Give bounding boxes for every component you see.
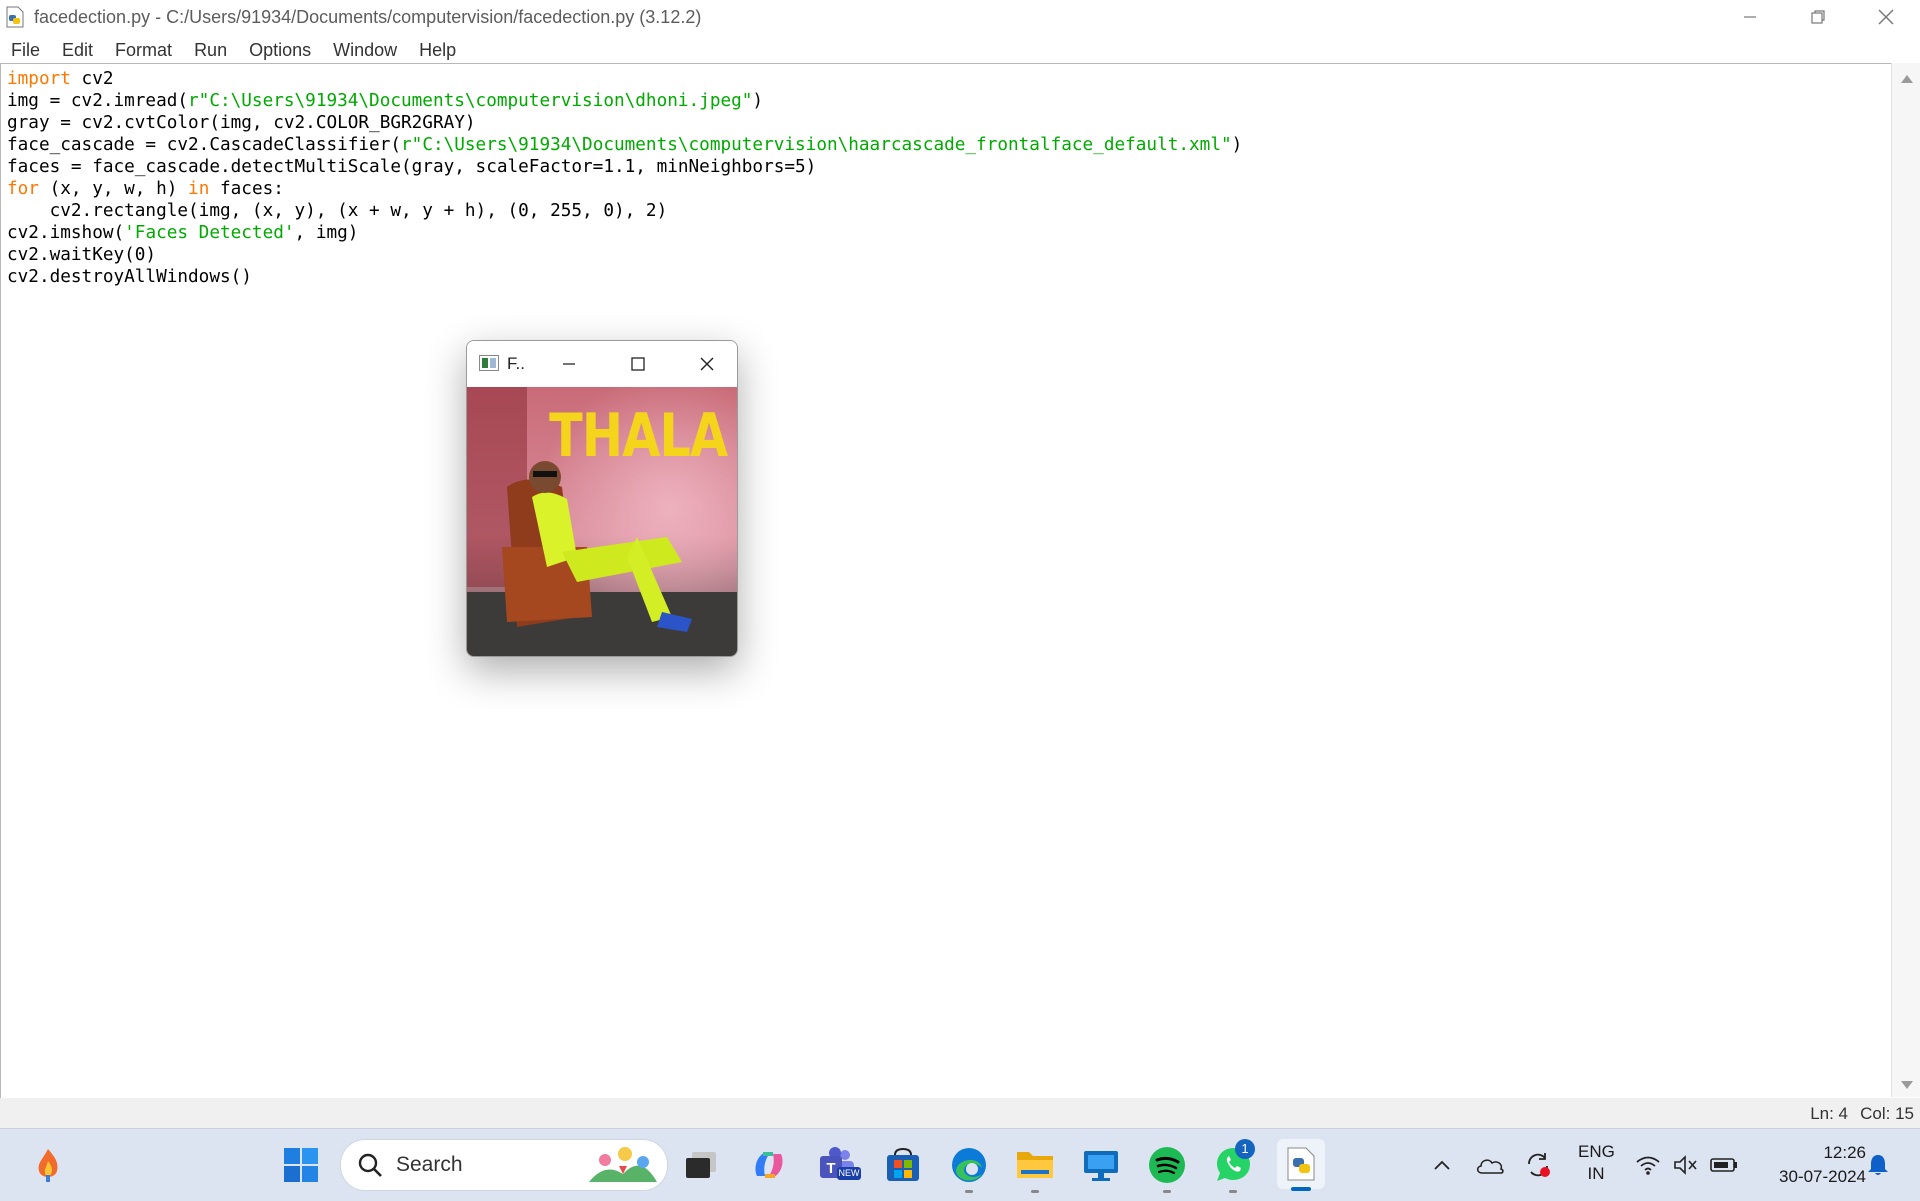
onedrive-cloud-icon[interactable] [1468,1143,1512,1187]
clock[interactable]: 12:26 30-07-2024 [1756,1141,1866,1189]
code-line[interactable]: import cv2 [7,68,1242,90]
close-button[interactable] [1852,0,1920,34]
image-maximize-button[interactable] [618,351,658,377]
code-text[interactable]: import cv2 img = cv2.imread(r"C:\Users\91… [7,68,1242,288]
menu-edit[interactable]: Edit [51,40,104,61]
menu-options[interactable]: Options [238,40,322,61]
code-line[interactable]: for (x, y, w, h) in faces: [7,178,1242,200]
edge-icon[interactable] [947,1143,991,1193]
status-bar: Ln: 4 Col: 15 [0,1098,1920,1128]
title-bar: facedection.py - C:/Users/91934/Document… [0,0,1920,34]
running-indicator [1229,1190,1237,1193]
menu-window[interactable]: Window [322,40,408,61]
scroll-up-arrow-icon[interactable] [1901,75,1913,83]
image-close-button[interactable] [687,351,727,377]
code-line[interactable]: cv2.destroyAllWindows() [7,266,1242,288]
whatsapp-notification-badge: 1 [1235,1139,1255,1159]
opencv-window-icon [479,355,499,371]
widgets-icon[interactable] [26,1143,70,1187]
region-label: IN [1587,1164,1605,1183]
clock-time: 12:26 [1823,1143,1866,1162]
whatsapp-icon[interactable]: 1 [1211,1139,1255,1193]
minimize-icon [563,363,575,365]
menu-help[interactable]: Help [408,40,467,61]
menu-format[interactable]: Format [104,40,183,61]
wifi-icon[interactable] [1630,1143,1666,1187]
remote-desktop-icon[interactable] [1079,1143,1123,1187]
minimize-button[interactable] [1716,0,1784,34]
copilot-icon[interactable] [747,1143,791,1187]
code-line[interactable]: img = cv2.imread(r"C:\Users\91934\Docume… [7,90,1242,112]
python-idle-icon[interactable] [1277,1139,1325,1191]
start-icon[interactable] [279,1143,323,1187]
store-icon[interactable] [881,1143,925,1187]
active-app-indicator [1291,1187,1311,1191]
line-number: Ln: 4 [1810,1104,1848,1123]
code-line[interactable]: face_cascade = cv2.CascadeClassifier(r"C… [7,134,1242,156]
vertical-scrollbar[interactable] [1891,63,1920,1097]
maximize-icon [631,357,645,371]
spotify-icon[interactable] [1145,1143,1189,1193]
code-line[interactable]: faces = face_cascade.detectMultiScale(gr… [7,156,1242,178]
restore-icon [1811,10,1825,24]
taskbar-search-box[interactable]: Search [340,1139,668,1191]
task-view-icon[interactable] [679,1143,723,1187]
file-explorer-icon[interactable] [1013,1143,1057,1193]
menu-file[interactable]: File [0,40,51,61]
scroll-down-arrow-icon[interactable] [1901,1081,1913,1089]
faces-detected-window[interactable]: F.. THALA [466,340,738,657]
code-line[interactable]: cv2.rectangle(img, (x, y), (x + w, y + h… [7,200,1242,222]
taskbar: Search T NEW 1 ENG IN 12:26 30-07-2024 [0,1128,1920,1201]
python-file-icon [4,6,26,28]
battery-icon[interactable] [1704,1143,1744,1187]
clock-date: 30-07-2024 [1779,1167,1866,1186]
teams-icon[interactable]: T NEW [815,1143,861,1187]
restore-button[interactable] [1784,0,1852,34]
sync-icon[interactable] [1516,1143,1560,1187]
code-line[interactable]: gray = cv2.cvtColor(img, cv2.COLOR_BGR2G… [7,112,1242,134]
menu-bar: File Edit Format Run Options Window Help [0,36,467,64]
window-title: facedection.py - C:/Users/91934/Document… [34,6,702,27]
language-label: ENG [1578,1142,1615,1161]
column-number: Col: 15 [1860,1104,1914,1123]
running-indicator [1163,1190,1171,1193]
search-icon [358,1153,382,1177]
image-minimize-button[interactable] [549,351,589,377]
code-line[interactable]: cv2.imshow('Faces Detected', img) [7,222,1242,244]
search-highlight-icon [589,1147,657,1182]
notification-bell-icon[interactable] [1858,1143,1898,1187]
close-icon [700,357,714,371]
language-indicator[interactable]: ENG IN [1578,1141,1615,1185]
code-editor[interactable]: import cv2 img = cv2.imread(r"C:\Users\91… [0,63,1893,1099]
minimize-icon [1744,16,1756,18]
teams-new-badge: NEW [837,1167,861,1180]
dhoni-photo: THALA [467,387,737,656]
show-hidden-icons-chevron-icon[interactable] [1420,1143,1464,1187]
svg-text:T: T [826,1160,835,1177]
search-label: Search [396,1153,463,1176]
running-indicator [1031,1190,1039,1193]
close-icon [1878,9,1894,25]
photo-text: THALA [548,401,728,471]
running-indicator [965,1190,973,1193]
menu-run[interactable]: Run [183,40,238,61]
volume-muted-icon[interactable] [1668,1143,1704,1187]
image-window-titlebar[interactable]: F.. [467,341,737,387]
image-window-title: F.. [507,354,525,373]
code-line[interactable]: cv2.waitKey(0) [7,244,1242,266]
